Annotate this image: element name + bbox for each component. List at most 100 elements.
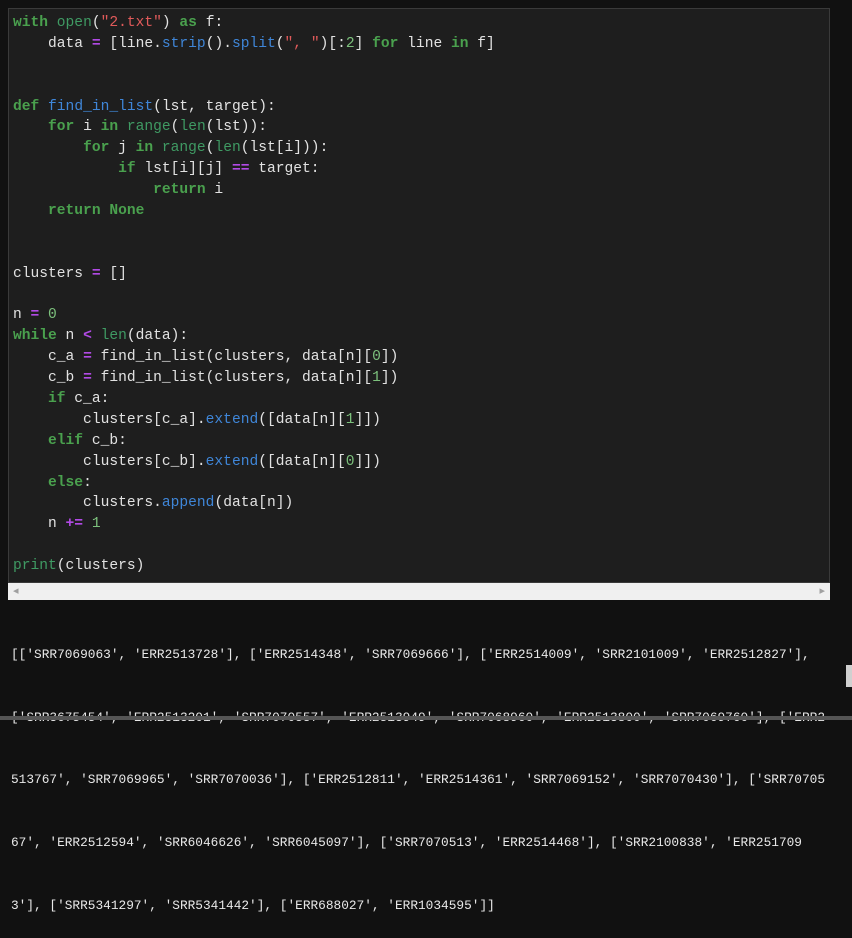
code-line: c_b = find_in_list(clusters, data[n][1]) <box>13 368 495 389</box>
text-token: (lst)): <box>205 119 268 136</box>
text-token: ( <box>275 35 285 52</box>
keyword-token: None <box>109 203 145 220</box>
code-line: n += 1 <box>13 514 495 535</box>
operator-token: = <box>91 265 101 282</box>
bottom-bar <box>0 716 852 720</box>
output-line: 513767', 'SRR7069965', 'SRR7070036'], ['… <box>11 772 826 788</box>
keyword-token: as <box>179 15 197 31</box>
code-line: if c_a: <box>13 389 495 410</box>
code-line: for i in range(len(lst)): <box>13 117 495 138</box>
text-token: ]) <box>380 370 399 387</box>
vertical-scrollbar-thumb[interactable] <box>846 665 852 687</box>
code-cell[interactable]: with open("2.txt") as f: data = [line.st… <box>8 8 830 583</box>
code-line: if lst[i][j] == target: <box>13 159 495 180</box>
keyword-token: if <box>48 391 66 408</box>
text-token: ([data[n][ <box>258 411 346 428</box>
text-token: ]) <box>380 349 399 366</box>
text-token: [line. <box>100 35 162 52</box>
operator-token: += <box>65 516 84 533</box>
scroll-right-icon[interactable]: ▸ <box>819 584 825 597</box>
text-token: j <box>109 140 136 157</box>
code-line: elif c_b: <box>13 431 495 452</box>
text-token: ( <box>91 15 101 31</box>
text-token: (lst, target): <box>153 98 276 115</box>
function-token: extend <box>205 453 259 470</box>
builtin-token: open <box>56 15 92 31</box>
builtin-token: range <box>126 119 171 136</box>
code-editor[interactable]: with open("2.txt") as f: data = [line.st… <box>13 13 495 577</box>
function-token: extend <box>205 411 259 428</box>
number-token: 0 <box>345 453 355 470</box>
keyword-token: else <box>48 474 84 491</box>
function-token: strip <box>161 35 206 52</box>
code-line: with open("2.txt") as f: <box>13 13 495 34</box>
function-token: append <box>161 495 215 512</box>
code-line: while n < len(data): <box>13 326 495 347</box>
cell-output: [['SRR7069063', 'ERR2513728'], ['ERR2514… <box>11 603 836 938</box>
code-line: return i <box>13 180 495 201</box>
text-token: [] <box>100 265 127 282</box>
operator-token: < <box>83 328 92 345</box>
code-line: def find_in_list(lst, target): <box>13 97 495 118</box>
text-token: n <box>13 516 66 533</box>
number-token: 1 <box>91 516 101 533</box>
builtin-token: len <box>214 140 241 157</box>
text-token: n <box>56 328 84 345</box>
code-line: clusters = [] <box>13 264 495 285</box>
number-token: 1 <box>345 411 355 428</box>
number-token: 2 <box>345 35 355 52</box>
builtin-token: range <box>161 140 206 157</box>
text-token: c_a: <box>65 391 110 408</box>
operator-token: = <box>83 349 92 366</box>
keyword-token: in <box>100 119 119 136</box>
keyword-token: in <box>450 35 469 52</box>
text-token: i <box>74 119 101 136</box>
scroll-left-icon[interactable]: ◂ <box>13 584 19 597</box>
code-line: print(clusters) <box>13 556 495 577</box>
text-token: line <box>398 35 451 52</box>
number-token: 1 <box>372 370 381 387</box>
text-token: lst[i][j] <box>135 161 232 178</box>
code-line: clusters[c_a].extend([data[n][1]]) <box>13 410 495 431</box>
operator-token: = <box>91 35 101 52</box>
string-token: "2.txt" <box>100 15 162 31</box>
keyword-token: return <box>48 203 101 220</box>
text-token: (clusters) <box>56 558 145 575</box>
text-token: n <box>13 307 31 324</box>
code-line: clusters.append(data[n]) <box>13 493 495 514</box>
text-token: clusters <box>13 265 92 282</box>
text-token: c_b: <box>83 432 127 449</box>
text-token: ([data[n][ <box>258 453 346 470</box>
text-token: clusters[c_b]. <box>13 453 206 470</box>
output-line: 67', 'ERR2512594', 'SRR6046626', 'SRR604… <box>11 834 802 850</box>
code-line: n = 0 <box>13 305 495 326</box>
code-line: for j in range(len(lst[i])): <box>13 138 495 159</box>
operator-token: = <box>83 370 92 387</box>
code-line: else: <box>13 473 495 494</box>
text-token: i <box>205 182 224 199</box>
string-token: ", " <box>284 35 320 52</box>
function-token: find_in_list <box>48 98 154 115</box>
operator-token: == <box>231 161 250 178</box>
text-token: (). <box>205 35 232 52</box>
code-line: c_a = find_in_list(clusters, data[n][0]) <box>13 347 495 368</box>
text-token: (data[n]) <box>214 495 294 512</box>
text-token: target: <box>249 161 320 178</box>
keyword-token: return <box>153 182 206 199</box>
horizontal-scrollbar[interactable]: ◂ ▸ <box>8 583 830 600</box>
builtin-token: len <box>179 119 206 136</box>
